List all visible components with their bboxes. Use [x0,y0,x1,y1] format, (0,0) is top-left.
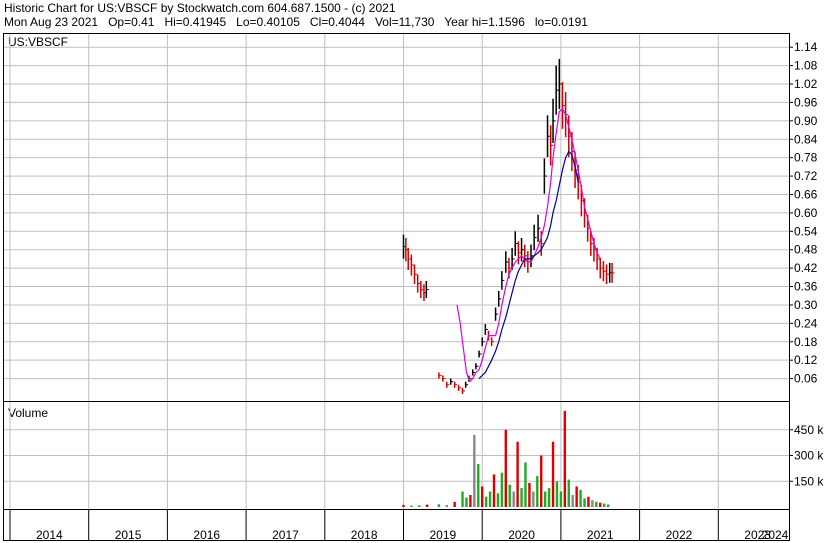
volume-bar [583,498,586,507]
moving-average-short-line [456,107,601,383]
volume-bar [606,504,610,507]
volume-bar [437,504,441,507]
volume-bar [481,486,484,507]
price-tick-label: 0.84 [794,132,818,146]
volume-panel-title: Volume [8,406,48,420]
volume-bar [563,410,567,507]
volume-bar [547,488,551,507]
x-tick-label: 2020 [508,528,535,542]
price-tick-label: 0.60 [794,206,818,220]
volume-bar [532,491,535,507]
x-tick-label: 2024 [762,528,789,542]
price-tick-label: 0.06 [794,372,818,386]
volume-bar [575,486,578,507]
price-tick-label: 1.02 [794,77,818,91]
x-tick-label: 2017 [272,528,299,542]
price-tick-label: 0.48 [794,243,818,257]
price-tick-label: 1.14 [794,40,818,54]
price-tick-label: 0.18 [794,335,818,349]
volume-bar [543,491,547,507]
y-axis-ticks: 1.14 1.08 1.02 0.96 0.90 0.84 0.78 0.72 0.66 0.60… [789,40,824,488]
x-tick-label: 2015 [115,528,142,542]
volume-bar [587,496,590,507]
grid-lines [4,34,789,540]
volume-tick-label: 300 k [794,449,824,463]
volume-bar [504,429,508,507]
x-tick-label: 2021 [587,528,614,542]
volume-bar [492,474,496,507]
price-tick-label: 1.08 [794,59,818,73]
volume-bar [496,493,500,507]
volume-bar [473,434,476,507]
price-tick-label: 0.66 [794,187,818,201]
volume-bar [512,491,515,507]
volume-bar [555,481,559,507]
volume-bar [595,501,598,507]
volume-bar [516,441,519,507]
volume-bar [465,497,468,507]
volume-bar [571,494,574,507]
volume-bar [477,464,480,507]
volume-bar [559,491,563,507]
volume-bar [402,504,405,507]
volume-tick-label: 450 k [794,423,824,437]
volume-bar [591,500,594,507]
volume-bar [410,505,413,507]
volume-tick-label: 150 k [794,474,824,488]
volume-bar [453,501,456,507]
volume-bar [599,502,602,507]
price-tick-label: 0.96 [794,95,818,109]
x-tick-label: 2019 [429,528,456,542]
x-tick-label: 2016 [193,528,220,542]
volume-bar [524,462,527,507]
price-series [402,58,615,394]
volume-bar [425,504,429,507]
price-tick-label: 0.54 [794,224,818,238]
price-tick-label: 0.42 [794,261,818,275]
volume-bar [418,505,421,507]
x-tick-label: 2018 [351,528,378,542]
price-tick-label: 0.36 [794,280,818,294]
volume-bar [579,489,582,507]
price-tick-label: 0.78 [794,151,818,165]
volume-bar [602,503,606,507]
volume-bar [445,504,448,507]
volume-bar [536,476,539,507]
price-tick-label: 0.24 [794,316,818,330]
volume-bar [508,484,511,507]
x-axis-ticks: 2014 2015 2016 2017 2018 2019 2020 2021 2022 2023… [36,528,789,542]
price-tick-label: 0.72 [794,169,818,183]
volume-bar [528,482,531,507]
volume-bar [540,455,543,507]
price-tick-label: 0.12 [794,353,818,367]
volume-bars [402,410,610,507]
volume-bar [567,479,570,507]
x-tick-label: 2014 [36,528,63,542]
volume-bar [551,441,555,507]
chart-canvas: US:VBSCF Volume 1.141.081.020.960.900.84… [3,33,824,542]
volume-bar [500,472,504,507]
price-panel-frame [3,33,790,402]
volume-bar [484,496,488,507]
volume-bar [488,491,492,507]
volume-bar [469,494,472,507]
volume-bar [461,491,464,507]
x-tick-label: 2022 [666,528,693,542]
stock-chart-window: Historic Chart for US:VBSCF by Stockwatc… [0,0,830,543]
moving-average-long-line [478,150,579,380]
price-tick-label: 0.90 [794,114,818,128]
price-tick-label: 0.30 [794,298,818,312]
volume-bar [520,488,523,507]
